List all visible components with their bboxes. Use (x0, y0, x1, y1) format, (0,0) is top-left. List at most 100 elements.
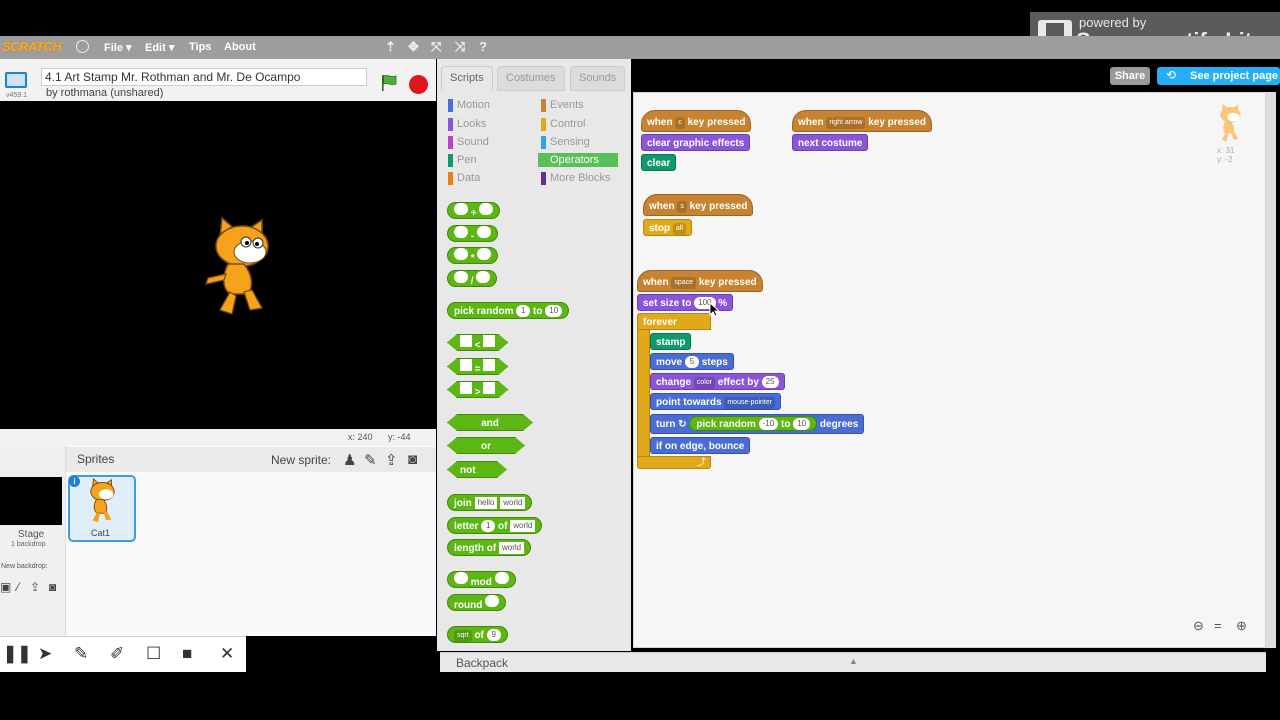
or-block[interactable]: or (447, 437, 525, 454)
project-title-input[interactable]: 4.1 Art Stamp Mr. Rothman and Mr. De Oca… (41, 68, 367, 86)
tab-sounds[interactable]: Sounds (570, 66, 626, 91)
backdrop-library-icon[interactable]: ▣ (0, 580, 11, 594)
upload-backdrop-icon[interactable]: ⇪ (30, 580, 40, 594)
stop-button[interactable] (409, 75, 428, 94)
greater-than-block[interactable]: > (447, 381, 508, 398)
new-sprite-label: New sprite: (271, 453, 332, 467)
stage-mode-icon[interactable] (5, 72, 27, 88)
green-flag-icon[interactable] (380, 74, 398, 92)
clear-block[interactable]: clear (641, 154, 677, 171)
share-button[interactable]: Share (1110, 67, 1150, 85)
backpack-label: Backpack (456, 656, 509, 670)
equals-block[interactable]: = (447, 358, 508, 375)
scripts-area[interactable] (633, 92, 1266, 648)
when-space-pressed-hat[interactable]: when space key pressed (637, 270, 763, 292)
info-icon[interactable]: i (69, 476, 80, 487)
sprites-header (66, 447, 436, 472)
rectangle-icon[interactable]: ☐ (146, 644, 161, 664)
forever-bottom: ⤴ (637, 456, 711, 469)
change-effect-block[interactable]: change color effect by 25 (650, 373, 785, 390)
zoom-reset-icon[interactable]: = (1214, 618, 1222, 633)
highlighter-icon[interactable]: ✐ (110, 644, 124, 664)
stop-all-block[interactable]: stop all (643, 219, 692, 236)
menu-edit[interactable]: Edit ▾ (145, 41, 174, 54)
paint-backdrop-icon[interactable]: ⁄ (17, 580, 19, 594)
sprite-coordinates: x: 31 y: -2 (1217, 146, 1235, 164)
when-right-arrow-pressed-hat[interactable]: when right arrow key pressed (792, 110, 933, 132)
category-control[interactable]: Control (541, 118, 585, 131)
backdrop-count: 1 backdrop (11, 541, 46, 548)
camera-icon[interactable]: ■ (182, 644, 192, 664)
paint-sprite-icon[interactable]: ✎ (364, 451, 377, 469)
clear-graphic-effects-block[interactable]: clear graphic effects (641, 134, 751, 151)
author-label: by rothmana (unshared) (46, 87, 164, 99)
cat1-icon (90, 478, 115, 523)
category-sensing[interactable]: Sensing (541, 136, 590, 149)
forever-arm (637, 329, 650, 459)
category-pen[interactable]: Pen (448, 154, 477, 167)
length-of-block[interactable]: length of world (447, 539, 532, 556)
and-block[interactable]: and (447, 414, 533, 431)
move-steps-block[interactable]: move 5 steps (650, 353, 734, 370)
cut-icon[interactable]: ✥ (408, 39, 419, 55)
round-block[interactable]: round (447, 594, 507, 611)
join-block[interactable]: join hello world (447, 494, 533, 511)
camera-sprite-icon[interactable]: ◙ (408, 451, 417, 468)
zoom-in-icon[interactable]: ⊕ (1236, 618, 1247, 634)
mod-block[interactable]: mod (447, 571, 516, 588)
menu-file[interactable]: File ▾ (104, 41, 132, 54)
shrink-icon[interactable]: ⤨ (455, 39, 465, 55)
forever-block[interactable]: forever (637, 313, 711, 330)
backpack-arrow-icon[interactable]: ▲ (849, 656, 858, 666)
sqrt-block[interactable]: sqrt of 9 (447, 626, 508, 643)
pen-icon[interactable]: ✎ (74, 644, 88, 664)
stage-thumbnail[interactable] (0, 477, 62, 525)
category-operators[interactable]: Operators (538, 153, 618, 167)
tab-scripts[interactable]: Scripts (441, 66, 493, 91)
category-data[interactable]: Data (448, 172, 480, 185)
pick-random-reporter[interactable]: pick random -10 to 10 (689, 416, 818, 431)
help-icon[interactable]: ? (479, 39, 487, 54)
subtract-block[interactable]: - (447, 225, 498, 242)
turn-degrees-block[interactable]: turn ↻ pick random -10 to 10 degrees (650, 414, 865, 434)
category-events[interactable]: Events (541, 99, 584, 112)
camera-backdrop-icon[interactable]: ◙ (49, 580, 56, 594)
cat-sprite[interactable] (200, 216, 282, 318)
multiply-block[interactable]: * (447, 247, 499, 264)
category-more-blocks[interactable]: More Blocks (541, 172, 611, 185)
point-towards-block[interactable]: point towards mouse-pointer (650, 393, 782, 410)
tab-costumes[interactable]: Costumes (497, 66, 565, 91)
category-looks[interactable]: Looks (448, 118, 486, 131)
not-block[interactable]: not (447, 461, 507, 478)
close-icon[interactable]: ✕ (220, 644, 234, 664)
stage-x: x: 240 (348, 432, 373, 442)
pointer-icon[interactable]: ➤ (38, 644, 52, 664)
zoom-out-icon[interactable]: ⊖ (1193, 618, 1204, 634)
divide-block[interactable]: / (447, 270, 498, 287)
pick-random-block[interactable]: pick random 1 to 10 (447, 302, 570, 319)
when-s-pressed-hat[interactable]: when s key pressed (643, 194, 754, 216)
scripts-scrollbar[interactable] (1266, 92, 1276, 648)
when-key-pressed-hat[interactable]: when c key pressed (641, 110, 752, 132)
less-than-block[interactable]: < (447, 334, 508, 351)
add-block[interactable]: + (447, 202, 501, 219)
bounce-block[interactable]: if on edge, bounce (650, 437, 751, 454)
sprites-title: Sprites (77, 452, 115, 466)
next-costume-block[interactable]: next costume (792, 134, 869, 151)
pause-icon[interactable]: ❚❚ (3, 644, 32, 664)
grow-icon[interactable]: ⤧ (431, 39, 441, 55)
letter-of-block[interactable]: letter 1 of world (447, 517, 543, 534)
duplicate-icon[interactable]: ⇡ (385, 39, 396, 55)
upload-sprite-icon[interactable]: ⇪ (385, 451, 398, 469)
sprite-library-icon[interactable]: ♟ (343, 451, 356, 469)
menu-tips[interactable]: Tips (189, 41, 211, 53)
category-sound[interactable]: Sound (448, 136, 489, 149)
globe-icon[interactable] (76, 40, 89, 53)
category-motion[interactable]: Motion (448, 99, 490, 112)
menu-about[interactable]: About (224, 41, 256, 53)
arrows-icon: ⟲ (1166, 68, 1177, 82)
stamp-block[interactable]: stamp (650, 333, 692, 350)
current-sprite-icon (1220, 103, 1241, 142)
scratch-logo[interactable]: SCRATCH (2, 39, 62, 54)
new-backdrop-label: New backdrop: (1, 563, 48, 570)
